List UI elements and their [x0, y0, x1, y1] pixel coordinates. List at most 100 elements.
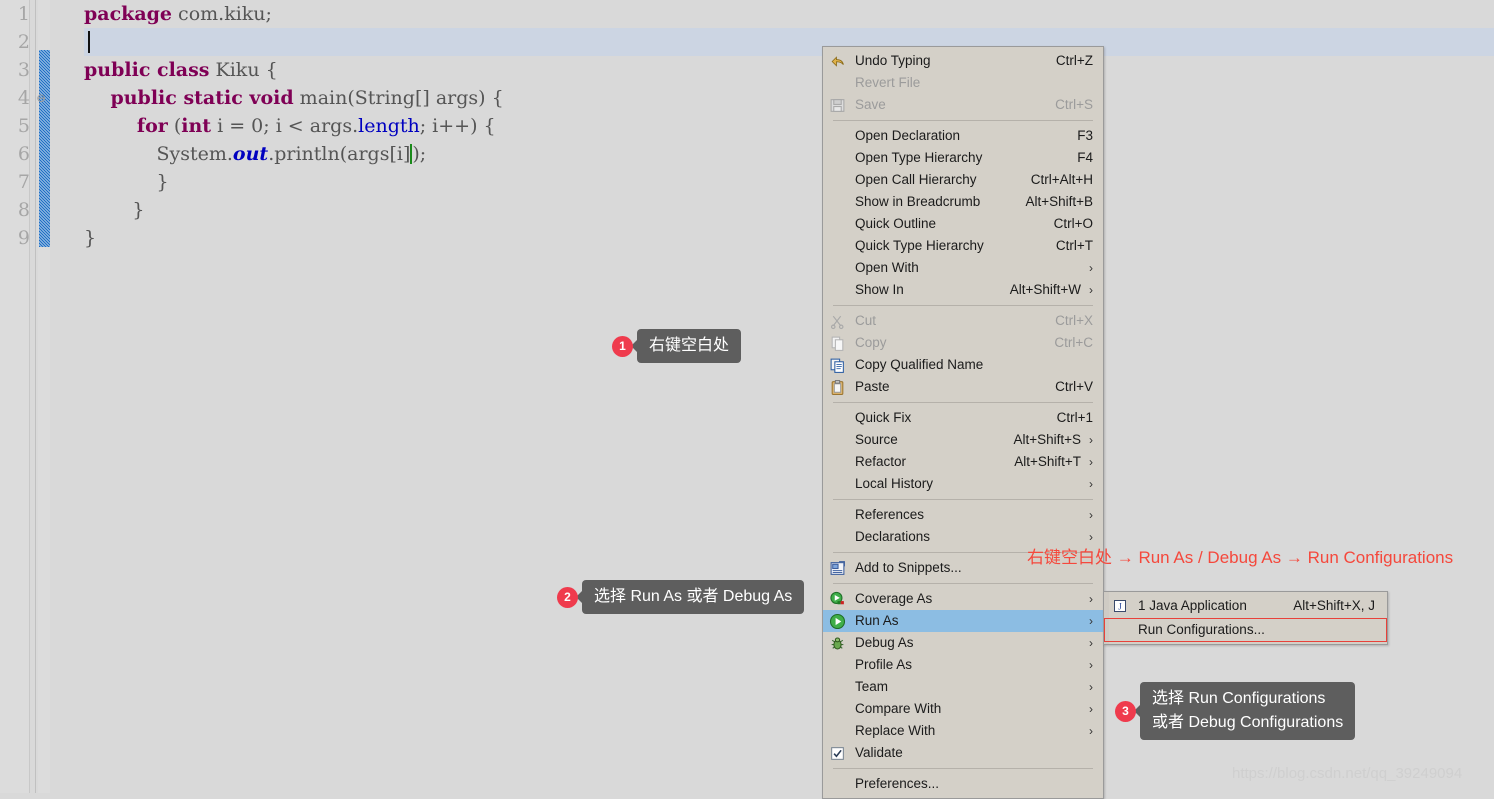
- menu-item-label: Copy: [855, 335, 887, 350]
- menu-item-debug-as[interactable]: Debug As ›: [823, 632, 1103, 654]
- menu-item-references[interactable]: References ›: [823, 504, 1103, 526]
- chevron-right-icon: ›: [1089, 658, 1093, 672]
- menu-item-replace-with[interactable]: Replace With ›: [823, 720, 1103, 742]
- menu-item-label: Preferences...: [855, 776, 940, 791]
- menu-item-label: Open Call Hierarchy: [855, 172, 977, 187]
- callout-2-bubble: 选择 Run As 或者 Debug As: [582, 580, 805, 614]
- callout-2: 2 选择 Run As 或者 Debug As: [557, 580, 805, 614]
- menu-item-accelerator: Ctrl+C: [1054, 335, 1093, 350]
- menu-item-quick-outline[interactable]: Quick Outline Ctrl+O: [823, 213, 1103, 235]
- menu-item-open-declaration[interactable]: Open Declaration F3: [823, 125, 1103, 147]
- java-app-icon: J: [1112, 598, 1128, 614]
- code-text-area[interactable]: 1 package com.kiku; 2 3 public class Kiku {4…: [18, 0, 1494, 793]
- menu-item-profile-as[interactable]: Profile As ›: [823, 654, 1103, 676]
- menu-item-quick-type-hierarchy[interactable]: Quick Type Hierarchy Ctrl+T: [823, 235, 1103, 257]
- scissors-icon: [829, 313, 846, 330]
- menu-item-accelerator: Alt+Shift+B: [1025, 194, 1093, 209]
- code-line: 1 package com.kiku;: [18, 0, 1494, 28]
- menu-item-accelerator: Ctrl+X: [1055, 313, 1093, 328]
- run-as-submenu[interactable]: J 1 Java Application Alt+Shift+X, J Run Con…: [1103, 591, 1388, 645]
- chevron-right-icon: ›: [1089, 636, 1093, 650]
- menu-separator: [833, 768, 1093, 769]
- code-line: 4 ⊖ public static void main(String[] args…: [18, 84, 1494, 112]
- code-line: 6 System.out.println(args[i]);: [18, 140, 1494, 168]
- callout-3-bubble: 选择 Run Configurations 或者 Debug Configura…: [1140, 682, 1356, 740]
- code-line-text: }: [84, 227, 97, 249]
- menu-item-label: Debug As: [855, 635, 914, 650]
- chevron-right-icon: ›: [1089, 724, 1093, 738]
- menu-item-coverage-as[interactable]: Coverage As ›: [823, 588, 1103, 610]
- menu-item-paste[interactable]: Paste Ctrl+V: [823, 376, 1103, 398]
- menu-item-quick-fix[interactable]: Quick Fix Ctrl+1: [823, 407, 1103, 429]
- menu-item-open-type-hierarchy[interactable]: Open Type Hierarchy F4: [823, 147, 1103, 169]
- menu-item-label: Validate: [855, 745, 903, 760]
- menu-item-copy-qualified-name[interactable]: Copy Qualified Name: [823, 354, 1103, 376]
- code-line-text: }: [84, 199, 145, 221]
- editor-context-menu[interactable]: Undo Typing Ctrl+Z Revert File Save Ctrl+S Op…: [822, 46, 1104, 799]
- callout-1: 1 右键空白处: [612, 329, 742, 363]
- snippets-icon: [829, 560, 846, 577]
- menu-item-open-call-hierarchy[interactable]: Open Call Hierarchy Ctrl+Alt+H: [823, 169, 1103, 191]
- menu-separator: [833, 120, 1093, 121]
- menu-item-label: Paste: [855, 379, 890, 394]
- callout-1-bubble: 右键空白处: [637, 329, 742, 363]
- menu-item-label: Show in Breadcrumb: [855, 194, 981, 209]
- menu-item-revert-file: Revert File: [823, 72, 1103, 94]
- chevron-right-icon: ›: [1089, 261, 1093, 275]
- menu-item-accelerator: Ctrl+1: [1056, 410, 1093, 425]
- code-line-text: System.out.println(args[i]);: [84, 143, 427, 165]
- menu-item-accelerator: Ctrl+T: [1055, 238, 1093, 253]
- menu-item-save: Save Ctrl+S: [823, 94, 1103, 116]
- chevron-right-icon: ›: [1089, 477, 1093, 491]
- fold-toggle-icon[interactable]: ⊖: [34, 84, 48, 112]
- menu-item-show-in-breadcrumb[interactable]: Show in Breadcrumb Alt+Shift+B: [823, 191, 1103, 213]
- submenu-item-label: Run Configurations...: [1138, 622, 1265, 637]
- menu-item-compare-with[interactable]: Compare With ›: [823, 698, 1103, 720]
- menu-item-label: Compare With: [855, 701, 942, 716]
- code-line-text: }: [84, 171, 169, 193]
- menu-item-accelerator: Ctrl+Z: [1055, 53, 1093, 68]
- menu-item-source[interactable]: Source Alt+Shift+S ›: [823, 429, 1103, 451]
- menu-item-label: Copy Qualified Name: [855, 357, 984, 372]
- menu-item-label: Revert File: [855, 75, 921, 90]
- menu-item-show-in[interactable]: Show In Alt+Shift+W ›: [823, 279, 1103, 301]
- submenu-item-label: 1 Java Application: [1138, 598, 1247, 613]
- menu-item-validate[interactable]: Validate: [823, 742, 1103, 764]
- svg-text:J: J: [1118, 602, 1122, 612]
- line-number: 3: [17, 59, 30, 81]
- save-disk-icon: [829, 97, 846, 114]
- callout-2-badge: 2: [557, 586, 578, 608]
- chevron-right-icon: ›: [1089, 508, 1093, 522]
- menu-item-label: References: [855, 507, 925, 522]
- code-editor[interactable]: 1 package com.kiku; 2 3 public class Kiku {4…: [0, 0, 1494, 793]
- menu-item-label: Team: [855, 679, 889, 694]
- callout-3: 3 选择 Run Configurations 或者 Debug Configu…: [1115, 682, 1356, 740]
- code-line: 7 }: [18, 168, 1494, 196]
- menu-item-local-history[interactable]: Local History ›: [823, 473, 1103, 495]
- submenu-item-1-java-application[interactable]: J 1 Java Application Alt+Shift+X, J: [1104, 594, 1387, 618]
- submenu-item-run-configurations[interactable]: Run Configurations...: [1104, 618, 1387, 642]
- checkbox-checked-icon: [829, 745, 846, 762]
- menu-item-cut: Cut Ctrl+X: [823, 310, 1103, 332]
- menu-item-accelerator: Alt+Shift+W: [1009, 282, 1081, 297]
- menu-item-refactor[interactable]: Refactor Alt+Shift+T ›: [823, 451, 1103, 473]
- coverage-icon: [829, 591, 846, 608]
- menu-item-open-with[interactable]: Open With ›: [823, 257, 1103, 279]
- code-line-text: public class Kiku {: [84, 59, 278, 81]
- menu-item-accelerator: Alt+Shift+S: [1013, 432, 1081, 447]
- menu-item-undo-typing[interactable]: Undo Typing Ctrl+Z: [823, 50, 1103, 72]
- menu-item-preferences[interactable]: Preferences...: [823, 773, 1103, 795]
- menu-item-team[interactable]: Team ›: [823, 676, 1103, 698]
- changed-lines-marker: [39, 50, 50, 247]
- menu-item-accelerator: Ctrl+Alt+H: [1030, 172, 1093, 187]
- code-line: 5 for (int i = 0; i < args.length; i++) …: [18, 112, 1494, 140]
- code-line-text: public static void main(String[] args) {: [84, 87, 504, 109]
- menu-item-label: Coverage As: [855, 591, 933, 606]
- menu-item-copy: Copy Ctrl+C: [823, 332, 1103, 354]
- line-number-gutter: [50, 0, 84, 793]
- code-line: 2: [18, 28, 1494, 56]
- menu-item-run-as[interactable]: Run As ›: [823, 610, 1103, 632]
- copy-icon: [829, 335, 846, 352]
- chevron-right-icon: ›: [1089, 283, 1093, 297]
- menu-item-accelerator: F3: [1077, 128, 1093, 143]
